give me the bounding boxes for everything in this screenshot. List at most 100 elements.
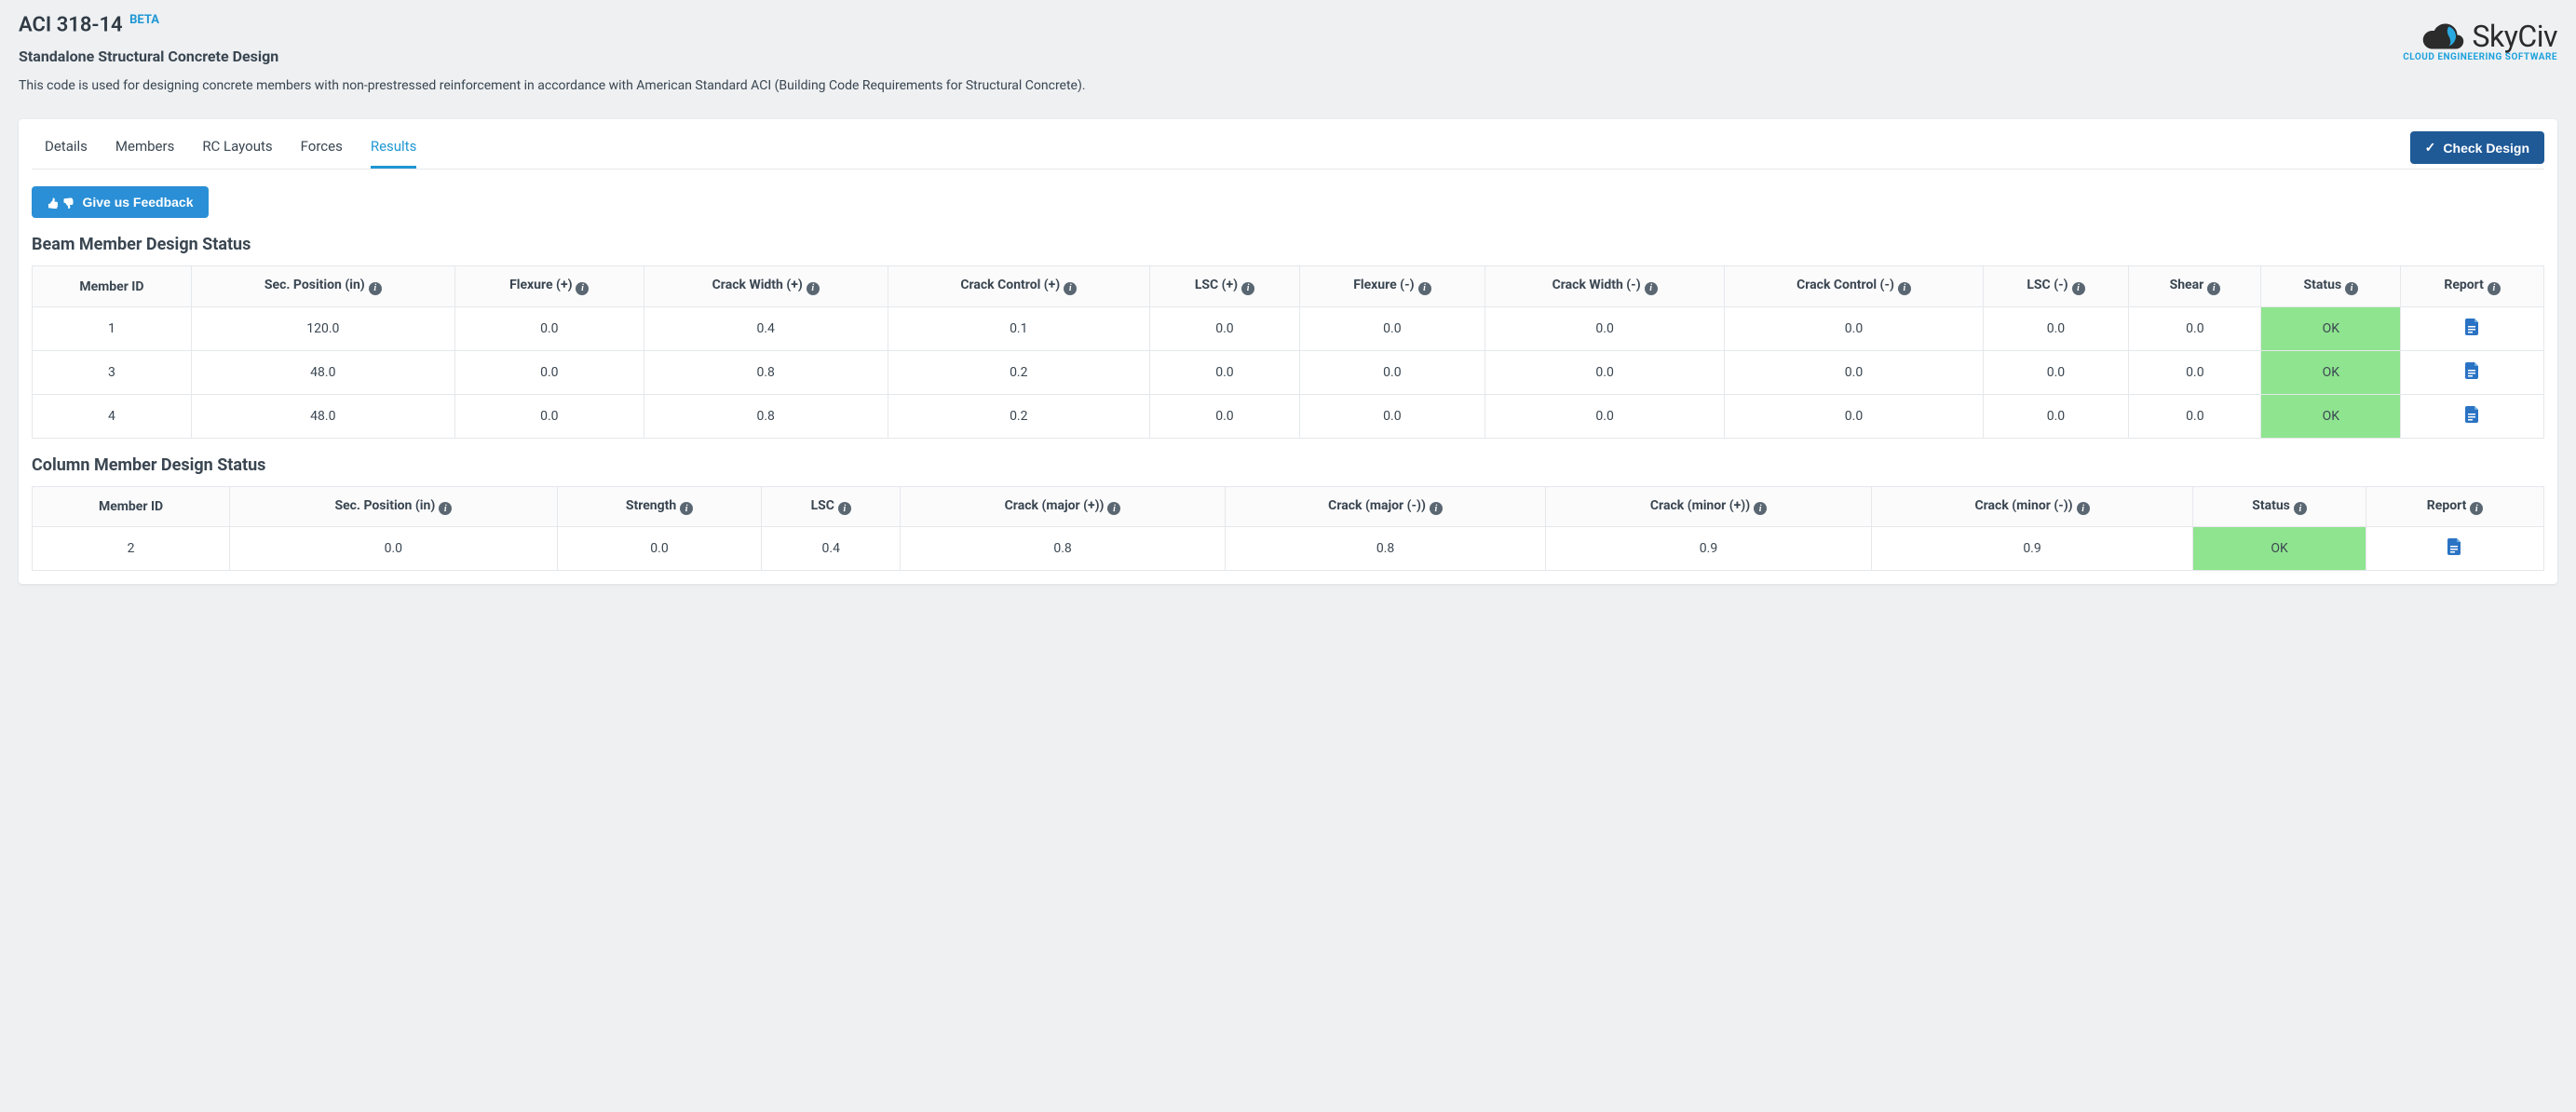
col-header: Statusi — [2193, 486, 2366, 527]
cell: 0.9 — [1545, 527, 1871, 571]
col-header: Crack Width (-)i — [1485, 266, 1725, 307]
info-icon[interactable]: i — [1430, 502, 1443, 515]
beam-table: Member IDSec. Position (in)iFlexure (+)i… — [32, 265, 2544, 439]
info-icon[interactable]: i — [2077, 502, 2090, 515]
report-cell — [2401, 306, 2544, 350]
info-icon[interactable]: i — [807, 282, 820, 295]
info-icon[interactable]: i — [2207, 282, 2220, 295]
cell: 0.0 — [454, 306, 644, 350]
info-icon[interactable]: i — [838, 502, 851, 515]
logo-tagline: CLOUD ENGINEERING SOFTWARE — [2403, 52, 2557, 62]
info-icon[interactable]: i — [2470, 502, 2483, 515]
cell: 0.0 — [2129, 306, 2261, 350]
tab-details[interactable]: Details — [45, 127, 88, 169]
report-icon[interactable] — [2465, 406, 2480, 427]
cell: 0.0 — [1300, 306, 1485, 350]
cell: 0.8 — [901, 527, 1226, 571]
info-icon[interactable]: i — [2488, 282, 2501, 295]
info-icon[interactable]: i — [1898, 282, 1911, 295]
info-icon[interactable]: i — [2345, 282, 2358, 295]
status-cell: OK — [2261, 350, 2401, 394]
cell: 0.8 — [1226, 527, 1546, 571]
cell: 0.0 — [454, 394, 644, 438]
check-design-button[interactable]: Check Design — [2410, 131, 2544, 164]
title-text: ACI 318-14 — [19, 13, 123, 36]
feedback-button[interactable]: Give us Feedback — [32, 186, 209, 218]
report-icon[interactable] — [2447, 538, 2462, 559]
tab-results[interactable]: Results — [371, 127, 417, 169]
cell: 0.0 — [2129, 394, 2261, 438]
col-header: LSC (-)i — [1983, 266, 2129, 307]
col-header: Flexure (+)i — [454, 266, 644, 307]
report-cell — [2366, 527, 2544, 571]
cell: 48.0 — [191, 350, 454, 394]
col-header: Crack Control (-)i — [1725, 266, 1983, 307]
info-icon[interactable]: i — [1418, 282, 1431, 295]
check-icon — [2425, 140, 2436, 156]
cell: 0.8 — [644, 394, 888, 438]
info-icon[interactable]: i — [576, 282, 589, 295]
page-title: ACI 318-14 BETA — [19, 13, 2403, 36]
col-header: Flexure (-)i — [1300, 266, 1485, 307]
info-icon[interactable]: i — [1645, 282, 1658, 295]
info-icon[interactable]: i — [369, 282, 382, 295]
cell: 0.0 — [1300, 394, 1485, 438]
col-header: LSCi — [762, 486, 901, 527]
cell: 0.0 — [1983, 306, 2129, 350]
col-header: LSC (+)i — [1149, 266, 1299, 307]
info-icon[interactable]: i — [2294, 502, 2307, 515]
col-header: Crack (major (-))i — [1226, 486, 1546, 527]
cell: 0.0 — [557, 527, 762, 571]
status-cell: OK — [2193, 527, 2366, 571]
cell: 3 — [33, 350, 192, 394]
col-header: Member ID — [33, 266, 192, 307]
check-design-label: Check Design — [2443, 141, 2529, 156]
col-header: Crack Width (+)i — [644, 266, 888, 307]
report-cell — [2401, 394, 2544, 438]
cell: 0.0 — [1485, 394, 1725, 438]
status-cell: OK — [2261, 306, 2401, 350]
thumbs-icon — [47, 195, 75, 210]
cell: 0.8 — [644, 350, 888, 394]
tab-members[interactable]: Members — [115, 127, 174, 169]
cell: 4 — [33, 394, 192, 438]
cell: 48.0 — [191, 394, 454, 438]
info-icon[interactable]: i — [1064, 282, 1077, 295]
report-icon[interactable] — [2465, 319, 2480, 339]
feedback-label: Give us Feedback — [82, 195, 193, 210]
cell: 0.9 — [1872, 527, 2193, 571]
page-subtitle: Standalone Structural Concrete Design — [19, 47, 2403, 65]
info-icon[interactable]: i — [680, 502, 693, 515]
column-section-title: Column Member Design Status — [32, 455, 2544, 475]
cell: 0.0 — [1149, 306, 1299, 350]
cell: 0.0 — [1725, 350, 1983, 394]
tab-forces[interactable]: Forces — [301, 127, 343, 169]
cell: 0.0 — [1983, 394, 2129, 438]
cell: 0.0 — [1725, 306, 1983, 350]
info-icon[interactable]: i — [1754, 502, 1767, 515]
cell: 0.0 — [1300, 350, 1485, 394]
col-header: Strengthi — [557, 486, 762, 527]
col-header: Sheari — [2129, 266, 2261, 307]
report-icon[interactable] — [2465, 362, 2480, 383]
tab-rc-layouts[interactable]: RC Layouts — [202, 127, 272, 169]
info-icon[interactable]: i — [439, 502, 452, 515]
cell: 0.0 — [454, 350, 644, 394]
col-header: Member ID — [33, 486, 230, 527]
info-icon[interactable]: i — [1241, 282, 1254, 295]
cell: 0.0 — [1485, 306, 1725, 350]
col-header: Crack (major (+))i — [901, 486, 1226, 527]
col-header: Sec. Position (in)i — [191, 266, 454, 307]
info-icon[interactable]: i — [2072, 282, 2085, 295]
col-header: Sec. Position (in)i — [230, 486, 557, 527]
page-description: This code is used for designing concrete… — [19, 78, 2403, 93]
cell: 1 — [33, 306, 192, 350]
info-icon[interactable]: i — [1107, 502, 1120, 515]
cell: 0.0 — [1725, 394, 1983, 438]
cloud-icon — [2422, 20, 2467, 52]
cell: 0.0 — [1149, 350, 1299, 394]
col-header: Reporti — [2401, 266, 2544, 307]
cell: 0.4 — [762, 527, 901, 571]
cell: 120.0 — [191, 306, 454, 350]
cell: 0.0 — [1983, 350, 2129, 394]
